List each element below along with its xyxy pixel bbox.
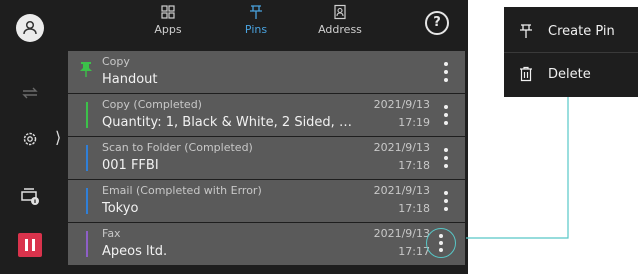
menu-item-create-pin[interactable]: Create Pin: [504, 10, 638, 52]
trash-icon: [520, 66, 532, 82]
menu-item-label: Create Pin: [548, 23, 615, 39]
menu-item-delete[interactable]: Delete: [504, 53, 638, 95]
pin-icon: [520, 24, 532, 38]
context-menu: Create Pin Delete: [504, 7, 638, 97]
menu-item-label: Delete: [548, 66, 591, 82]
